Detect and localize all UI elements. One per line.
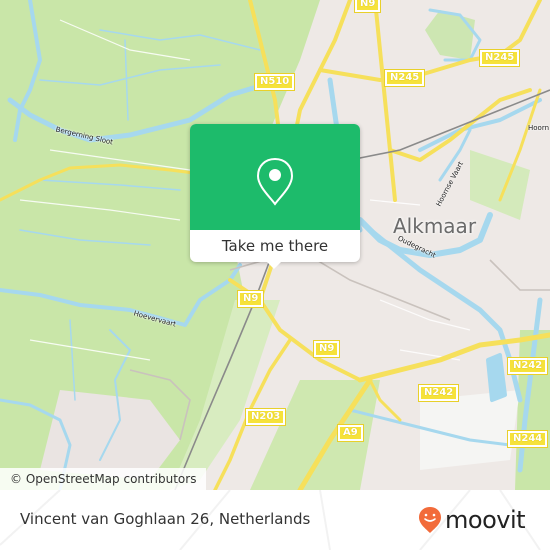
lake-south [486,353,507,402]
road-label-n9: N9 [236,290,265,308]
road-ring-east [373,0,397,202]
popup-header [190,124,360,230]
road-label-n245: N245 [478,49,521,67]
moovit-wordmark: moovit [445,506,526,534]
road-label-n244: N244 [506,430,549,448]
take-me-there-button[interactable]: Take me there [190,230,360,262]
road-label-n245: N245 [383,69,426,87]
park-area [425,10,475,60]
street-grey [489,259,550,291]
street [379,299,471,331]
road-label-a9: A9 [337,424,364,442]
park-east [470,150,530,220]
road-label-n9: N9 [312,340,341,358]
road-label-n203: N203 [244,408,287,426]
road-label-n242: N242 [506,357,549,375]
location-popup: Take me there [190,124,360,269]
moovit-logo[interactable]: moovit [418,505,526,535]
water-label-hoorn: Hoorn [528,124,550,132]
map-attribution[interactable]: © OpenStreetMap contributors [0,468,207,490]
popup-pointer [265,260,283,269]
road-label-n510: N510 [253,73,296,91]
road-n245 [318,0,542,82]
map[interactable]: N9 N510 N245 N245 N9 N9 N242 N242 N203 A… [0,0,550,490]
address-text: Vincent van Goghlaan 26, Netherlands [20,510,311,528]
road-label-n242: N242 [417,384,460,402]
location-pin-icon [256,157,294,206]
city-label-alkmaar: Alkmaar [393,214,477,238]
moovit-pin-icon [419,507,441,533]
road-label-n9: N9 [353,0,382,13]
